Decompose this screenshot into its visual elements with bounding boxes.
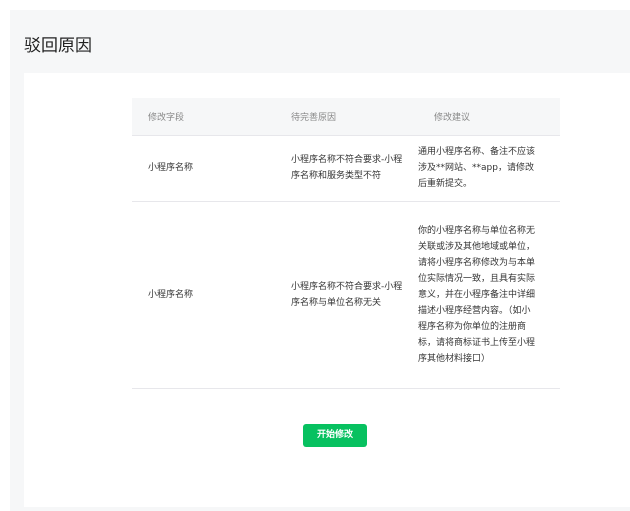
- cell-suggestion: 你的小程序名称与单位名称无关联或涉及其他地域或单位，请将小程序名称修改为与本单位…: [418, 201, 560, 389]
- table-row: 小程序名称 小程序名称不符合要求-小程序名称与单位名称无关 你的小程序名称与单位…: [132, 201, 560, 389]
- table-header-row: 修改字段 待完善原因 修改建议: [132, 98, 560, 136]
- cell-suggestion: 通用小程序名称、备注不应该涉及**网站、**app，请修改后重新提交。: [418, 135, 560, 202]
- column-header-field: 修改字段: [132, 98, 275, 136]
- column-header-suggestion: 修改建议: [418, 98, 560, 136]
- rejection-reasons-table: 修改字段 待完善原因 修改建议 小程序名称 小程序名称不符合要求-小程序名称和服…: [132, 98, 560, 389]
- page-title: 驳回原因: [24, 36, 92, 56]
- cell-field: 小程序名称: [132, 135, 275, 202]
- cell-reason: 小程序名称不符合要求-小程序名称和服务类型不符: [275, 135, 418, 202]
- start-edit-button[interactable]: 开始修改: [303, 424, 367, 447]
- cell-field: 小程序名称: [132, 201, 275, 389]
- cell-reason: 小程序名称不符合要求-小程序名称与单位名称无关: [275, 201, 418, 389]
- page: 驳回原因 修改字段 待完善原因 修改建议 小程序名称 小程序名称不符合要求-小程…: [0, 0, 630, 511]
- column-header-reason: 待完善原因: [275, 98, 418, 136]
- table-row: 小程序名称 小程序名称不符合要求-小程序名称和服务类型不符 通用小程序名称、备注…: [132, 135, 560, 202]
